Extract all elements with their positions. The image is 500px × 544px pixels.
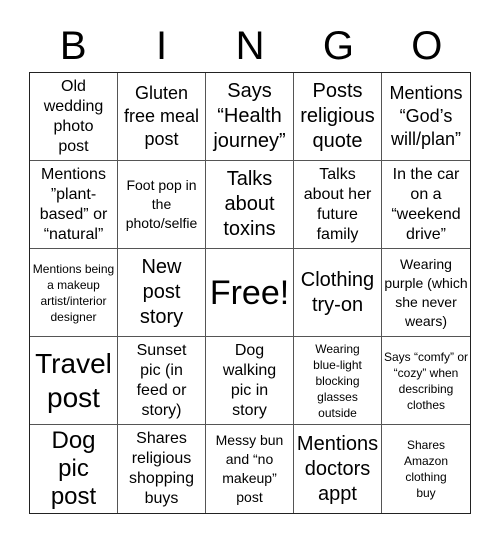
cell-text: Posts religious quote [300,80,375,152]
bingo-cell[interactable]: Mentions doctors appt [294,425,382,513]
cell-text: Old wedding photo post [43,77,104,155]
cell-text: Says “Health journey” [213,80,286,152]
bingo-cell[interactable]: Posts religious quote [294,73,382,161]
header-letter-i: I [156,24,168,68]
cell-text: Sunset pic (in feed or story) [136,341,187,419]
cell-text: Foot pop in the photo/selfie [125,177,198,231]
cell-text: New post story [139,256,184,328]
cell-text: Mentions ”plant-based” or “natural” [39,165,108,243]
header-letter-o: O [411,24,443,68]
free-space[interactable]: Free! [206,249,294,337]
header-letter-g: G [322,24,354,68]
cell-text: Talks about toxins [223,168,276,240]
bingo-cell[interactable]: Talks about toxins [206,161,294,249]
cell-text: Shares Amazon clothing buy [403,438,449,500]
bingo-cell[interactable]: Messy bun and “no makeup” post [206,425,294,513]
bingo-cell[interactable]: Old wedding photo post [30,73,118,161]
cell-text: Travel post [35,347,112,413]
bingo-cell[interactable]: Travel post [30,337,118,425]
bingo-cell[interactable]: Says “comfy” or “cozy” when describing c… [382,337,470,425]
bingo-cell[interactable]: Mentions ”plant-based” or “natural” [30,161,118,249]
bingo-cell[interactable]: Foot pop in the photo/selfie [118,161,206,249]
cell-text: Mentions being a makeup artist/interior … [32,261,115,324]
header-letter-n: N [235,24,265,68]
cell-text: Messy bun and “no makeup” post [215,432,284,505]
cell-text: In the car on a “weekend drive” [391,165,461,243]
bingo-cell[interactable]: Gluten free meal post [118,73,206,161]
cell-text: Free! [209,273,290,312]
bingo-cell[interactable]: Wearing purple (which she never wears) [382,249,470,337]
bingo-cell[interactable]: Wearing blue-light blocking glasses outs… [294,337,382,425]
bingo-grid: Old wedding photo post Gluten free meal … [29,72,471,514]
cell-text: Talks about her future family [303,165,372,243]
cell-text: Wearing purple (which she never wears) [384,255,468,329]
bingo-cell[interactable]: Talks about her future family [294,161,382,249]
bingo-cell[interactable]: In the car on a “weekend drive” [382,161,470,249]
bingo-cell[interactable]: Mentions being a makeup artist/interior … [30,249,118,337]
cell-text: Wearing blue-light blocking glasses outs… [313,341,362,420]
cell-text: Gluten free meal post [123,83,200,149]
cell-text: Dog pic post [50,427,97,510]
bingo-header: B I N G O [29,20,471,72]
cell-text: Mentions “God’s will/plan” [389,83,463,149]
bingo-cell[interactable]: Dog walking pic in story [206,337,294,425]
cell-text: Says “comfy” or “cozy” when describing c… [384,349,469,412]
header-letter-b: B [59,24,87,68]
bingo-cell[interactable]: Clothing try-on [294,249,382,337]
cell-text: Dog walking pic in story [222,341,277,419]
bingo-cell[interactable]: Mentions “God’s will/plan” [382,73,470,161]
cell-text: Clothing try-on [300,268,375,316]
cell-text: Shares religious shopping buys [129,430,194,507]
bingo-cell[interactable]: Sunset pic (in feed or story) [118,337,206,425]
bingo-cell[interactable]: Says “Health journey” [206,73,294,161]
bingo-cell[interactable]: New post story [118,249,206,337]
cell-text: Mentions doctors appt [296,432,379,505]
bingo-cell[interactable]: Shares religious shopping buys [118,425,206,513]
bingo-cell[interactable]: Dog pic post [30,425,118,513]
bingo-cell[interactable]: Shares Amazon clothing buy [382,425,470,513]
